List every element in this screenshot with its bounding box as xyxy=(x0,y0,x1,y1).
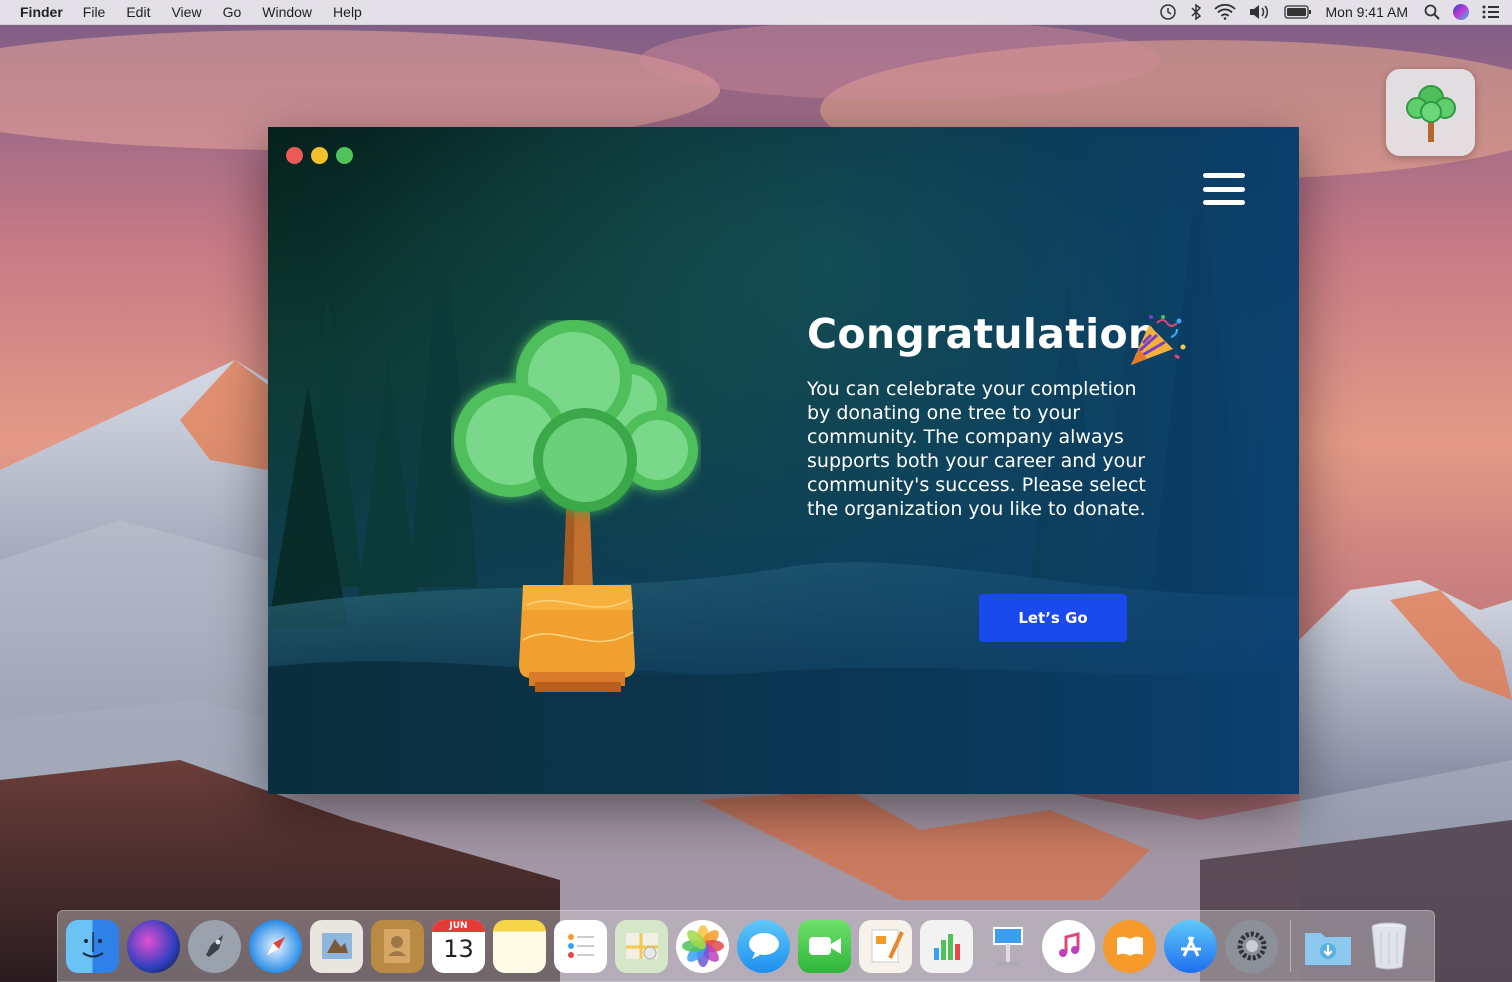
menu-go[interactable]: Go xyxy=(223,4,242,20)
calendar-month: JUN xyxy=(432,919,485,932)
photos-icon[interactable] xyxy=(676,919,729,973)
potted-tree-illustration xyxy=(451,320,701,700)
menu-bar: Finder File Edit View Go Window Help Mon… xyxy=(0,0,1512,25)
calendar-icon[interactable]: JUN 13 xyxy=(432,919,485,973)
trash-icon[interactable] xyxy=(1362,920,1415,973)
congratulation-window: Congratulation You can celebrate your co… xyxy=(268,127,1299,794)
system-preferences-icon[interactable] xyxy=(1225,919,1278,973)
party-popper-icon xyxy=(1127,313,1189,371)
close-window-button[interactable] xyxy=(286,147,303,164)
maps-icon[interactable] xyxy=(615,919,668,973)
siri-icon[interactable] xyxy=(127,919,180,973)
bluetooth-icon[interactable] xyxy=(1190,3,1202,21)
menu-app-name[interactable]: Finder xyxy=(20,4,63,20)
ibooks-icon[interactable] xyxy=(1103,919,1156,973)
menu-window[interactable]: Window xyxy=(262,4,312,20)
congratulation-message: You can celebrate your completion by don… xyxy=(807,378,1146,520)
mail-icon[interactable] xyxy=(310,919,363,973)
contacts-icon[interactable] xyxy=(371,919,424,973)
wifi-icon[interactable] xyxy=(1213,4,1236,20)
menu-edit[interactable]: Edit xyxy=(126,4,150,20)
hamburger-line xyxy=(1203,186,1245,192)
hamburger-line xyxy=(1203,200,1245,205)
page-title: Congratulation xyxy=(807,310,1158,358)
spotlight-icon[interactable] xyxy=(1424,4,1440,20)
launchpad-icon[interactable] xyxy=(188,919,241,973)
menu-file[interactable]: File xyxy=(83,4,106,20)
hamburger-menu-icon[interactable] xyxy=(1203,173,1245,205)
messages-icon[interactable] xyxy=(737,919,790,973)
menu-help[interactable]: Help xyxy=(333,4,362,20)
menu-view[interactable]: View xyxy=(171,4,201,20)
downloads-folder-icon[interactable] xyxy=(1301,920,1354,973)
reminders-icon[interactable] xyxy=(554,919,607,973)
hamburger-line xyxy=(1203,173,1245,178)
facetime-icon[interactable] xyxy=(798,919,851,973)
dock: JUN 13 xyxy=(57,910,1435,982)
dock-separator xyxy=(1290,920,1291,972)
pages-icon[interactable] xyxy=(859,919,912,973)
calendar-day: 13 xyxy=(443,934,474,963)
siri-icon[interactable] xyxy=(1452,3,1470,21)
volume-icon[interactable] xyxy=(1248,4,1272,20)
keynote-icon[interactable] xyxy=(981,920,1034,973)
minimize-window-button[interactable] xyxy=(311,147,328,164)
battery-icon[interactable] xyxy=(1283,5,1312,19)
app-store-icon[interactable] xyxy=(1164,919,1217,973)
safari-icon[interactable] xyxy=(249,919,302,973)
time-machine-icon[interactable] xyxy=(1158,3,1178,21)
notes-icon[interactable] xyxy=(493,919,546,973)
window-controls xyxy=(286,147,361,164)
lets-go-button[interactable]: Let’s Go xyxy=(979,594,1127,642)
itunes-icon[interactable] xyxy=(1042,919,1095,973)
finder-icon[interactable] xyxy=(66,919,119,973)
maximize-window-button[interactable] xyxy=(336,147,353,164)
menu-clock[interactable]: Mon 9:41 AM xyxy=(1326,4,1409,20)
tree-app-icon[interactable] xyxy=(1386,69,1475,156)
notification-center-icon[interactable] xyxy=(1482,5,1500,19)
numbers-icon[interactable] xyxy=(920,919,973,973)
